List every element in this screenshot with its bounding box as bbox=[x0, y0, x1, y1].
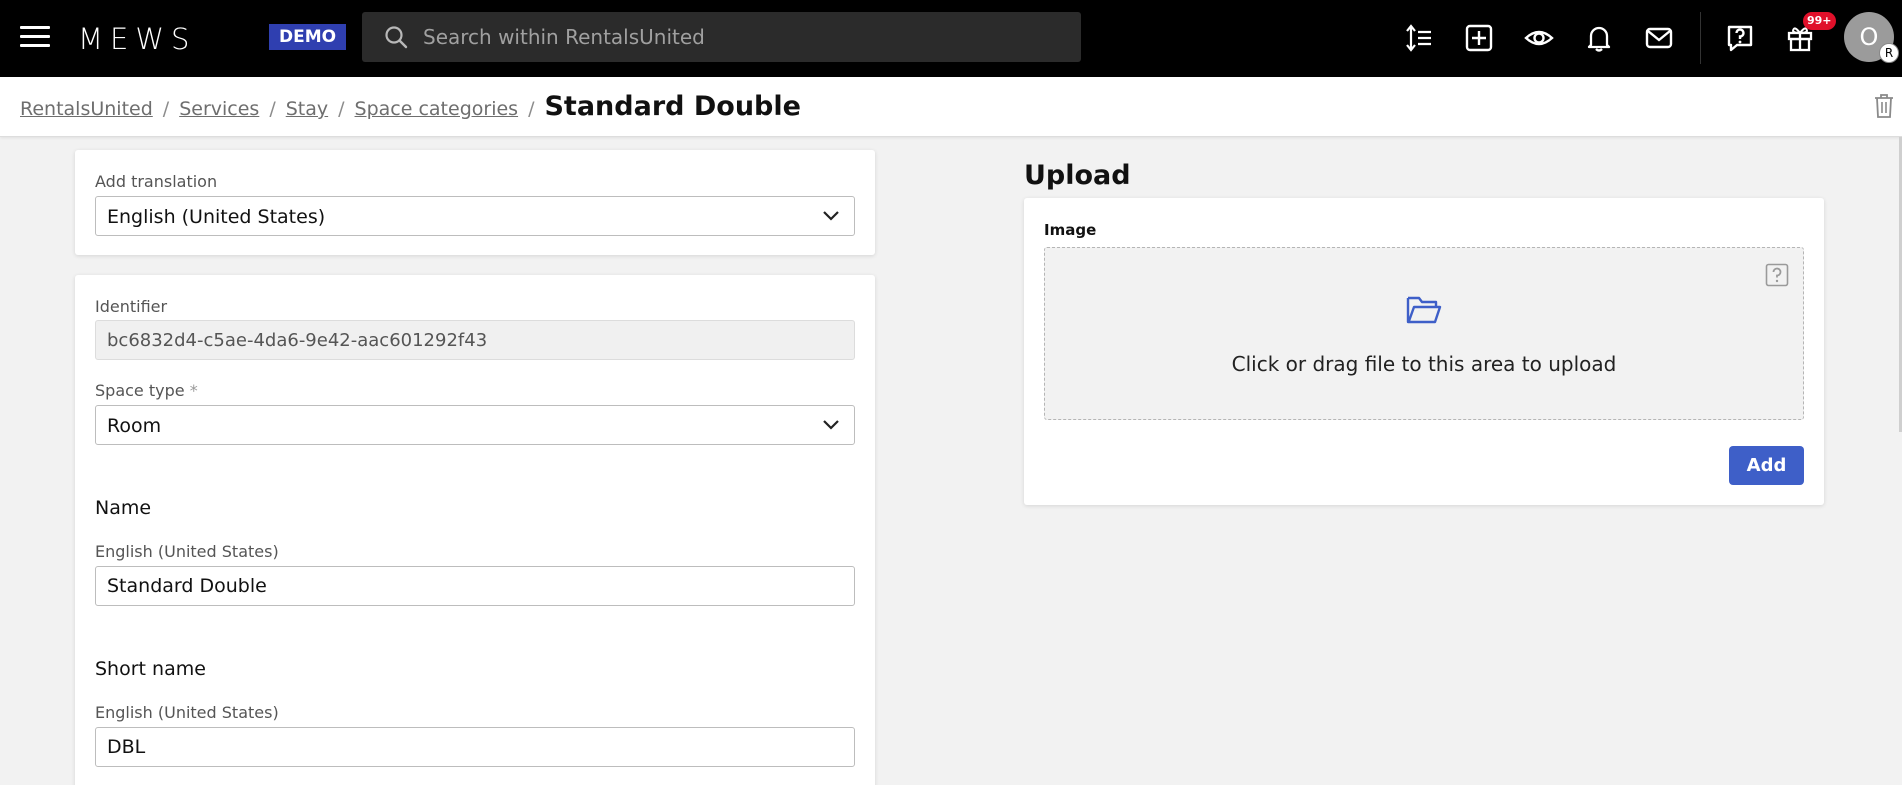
name-field[interactable] bbox=[95, 566, 855, 606]
add-square-icon[interactable] bbox=[1464, 23, 1494, 53]
page-title: Standard Double bbox=[544, 91, 801, 122]
name-language-label: English (United States) bbox=[95, 542, 279, 561]
breadcrumb-link-rentalsunited[interactable]: RentalsUnited bbox=[20, 98, 153, 120]
translation-select-value: English (United States) bbox=[107, 206, 326, 228]
bell-icon[interactable] bbox=[1584, 23, 1614, 53]
help-icon[interactable] bbox=[1765, 263, 1789, 287]
short-name-section-title: Short name bbox=[95, 658, 206, 680]
search-icon bbox=[385, 26, 408, 49]
folder-open-icon bbox=[1406, 296, 1442, 324]
breadcrumb-bar: RentalsUnited / Services / Stay / Space … bbox=[0, 77, 1902, 137]
name-input[interactable] bbox=[96, 567, 854, 605]
breadcrumb-separator: / bbox=[269, 98, 276, 120]
mail-icon[interactable] bbox=[1644, 23, 1674, 53]
space-type-label: Space type * bbox=[95, 381, 198, 400]
short-name-language-label: English (United States) bbox=[95, 703, 279, 722]
translation-card: Add translation English (United States) bbox=[75, 150, 875, 255]
name-section-title: Name bbox=[95, 497, 152, 519]
chevron-down-icon bbox=[823, 420, 839, 430]
top-bar: MEWS DEMO 99+ O R bbox=[0, 0, 1902, 77]
sort-icon[interactable] bbox=[1404, 23, 1434, 53]
trash-icon[interactable] bbox=[1873, 93, 1895, 119]
search-bar[interactable] bbox=[362, 12, 1081, 62]
details-card: Identifier bc6832d4-c5ae-4da6-9e42-aac60… bbox=[75, 275, 875, 785]
space-type-label-text: Space type bbox=[95, 381, 185, 400]
breadcrumb-separator: / bbox=[338, 98, 345, 120]
menu-icon[interactable] bbox=[20, 26, 50, 50]
toolbar-divider bbox=[1700, 12, 1701, 64]
identifier-label: Identifier bbox=[95, 297, 168, 316]
breadcrumb-link-stay[interactable]: Stay bbox=[286, 98, 328, 120]
add-button[interactable]: Add bbox=[1729, 446, 1804, 485]
space-type-select[interactable]: Room bbox=[95, 405, 855, 445]
add-translation-label: Add translation bbox=[95, 172, 218, 191]
translation-select[interactable]: English (United States) bbox=[95, 196, 855, 236]
short-name-input[interactable] bbox=[96, 728, 854, 766]
property-avatar: R bbox=[1879, 43, 1899, 63]
identifier-value: bc6832d4-c5ae-4da6-9e42-aac601292f43 bbox=[107, 330, 488, 351]
search-input[interactable] bbox=[423, 12, 1063, 62]
breadcrumb-link-space-categories[interactable]: Space categories bbox=[355, 98, 519, 120]
short-name-field[interactable] bbox=[95, 727, 855, 767]
eye-icon[interactable] bbox=[1524, 23, 1554, 53]
breadcrumb-separator: / bbox=[162, 98, 170, 120]
dropzone-text: Click or drag file to this area to uploa… bbox=[1231, 352, 1617, 376]
mews-logo[interactable]: MEWS bbox=[78, 22, 196, 56]
identifier-field: bc6832d4-c5ae-4da6-9e42-aac601292f43 bbox=[95, 320, 855, 360]
image-dropzone[interactable]: Click or drag file to this area to uploa… bbox=[1044, 247, 1804, 420]
chevron-down-icon bbox=[823, 211, 839, 221]
notification-count-badge: 99+ bbox=[1803, 12, 1836, 30]
upload-title: Upload bbox=[1024, 160, 1131, 191]
demo-badge: DEMO bbox=[269, 24, 347, 50]
help-chat-icon[interactable] bbox=[1725, 23, 1755, 53]
space-type-value: Room bbox=[107, 415, 162, 437]
required-marker: * bbox=[189, 381, 198, 400]
breadcrumb: RentalsUnited / Services / Stay / Space … bbox=[20, 91, 801, 122]
image-label: Image bbox=[1044, 221, 1097, 239]
breadcrumb-separator: / bbox=[528, 98, 535, 120]
breadcrumb-link-services[interactable]: Services bbox=[179, 98, 259, 120]
